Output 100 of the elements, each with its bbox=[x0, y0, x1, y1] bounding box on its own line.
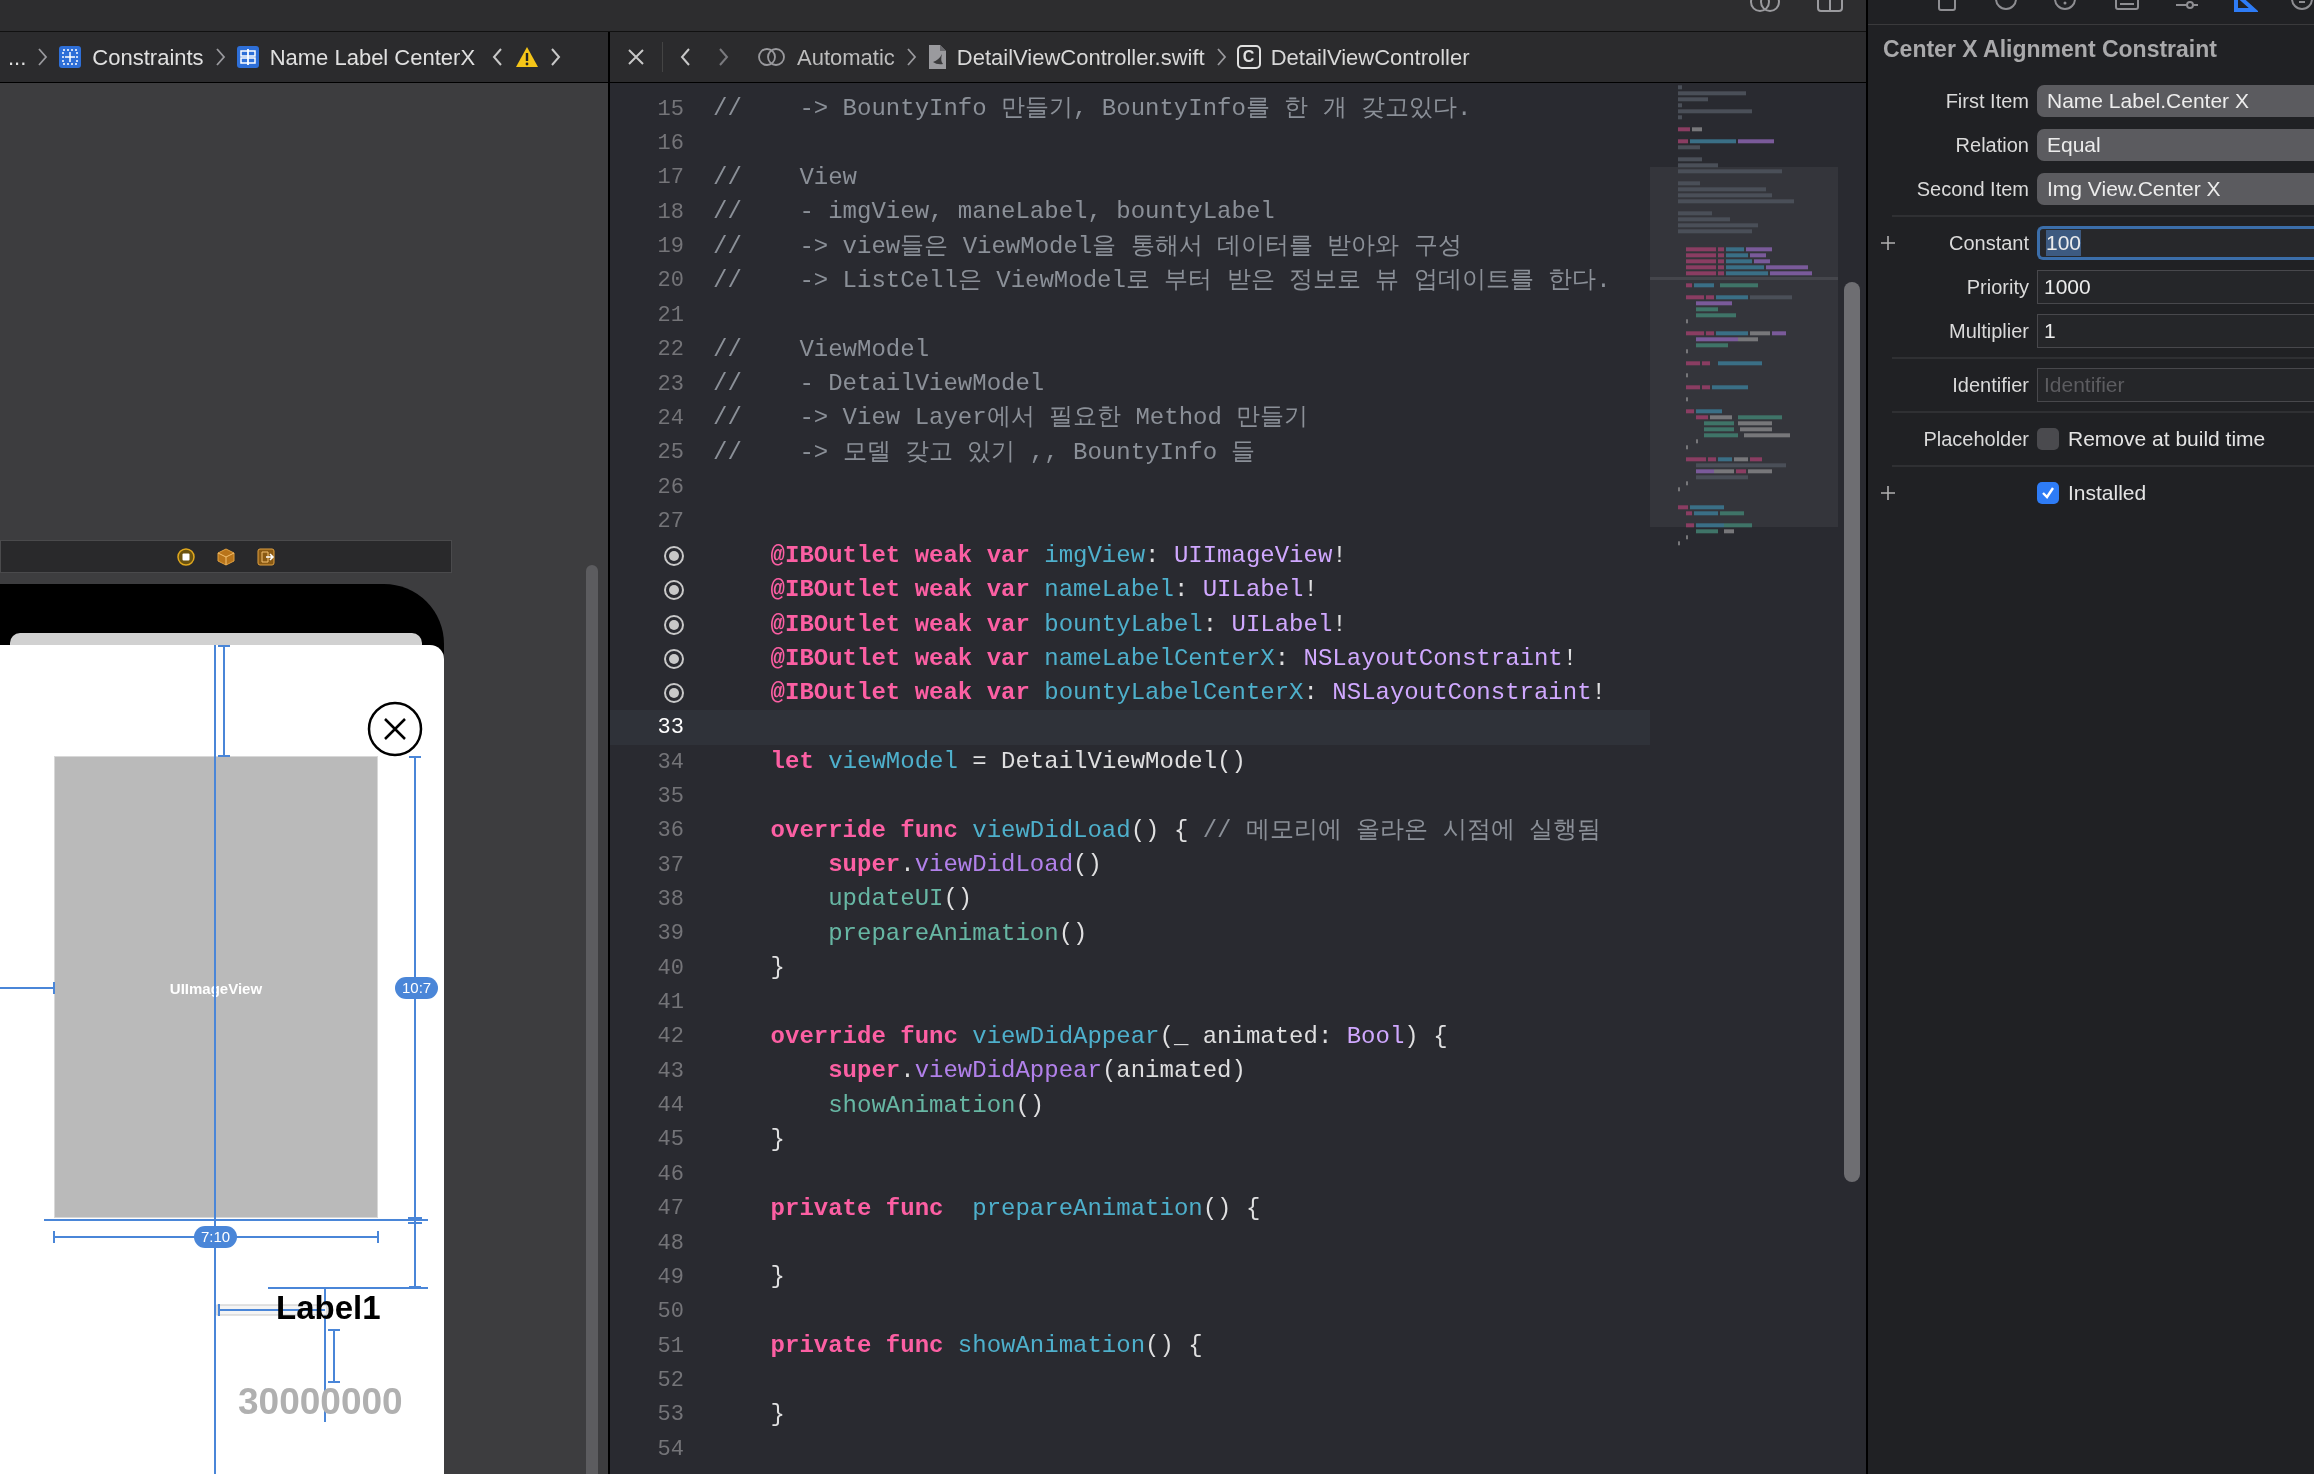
line-number: 48 bbox=[657, 1229, 684, 1258]
line-number: 41 bbox=[657, 989, 684, 1017]
line-number: 25 bbox=[657, 439, 684, 468]
outlet-connection-icon[interactable] bbox=[662, 578, 686, 603]
text-field[interactable]: 1000 bbox=[2037, 270, 2314, 304]
line-number: 40 bbox=[657, 954, 684, 983]
code-line: prepareAnimation() bbox=[827, 918, 1088, 949]
file-icon bbox=[926, 44, 947, 70]
chevron-icon bbox=[904, 47, 917, 67]
line-number: 15 bbox=[657, 95, 684, 124]
field-label: First Item bbox=[1945, 90, 2029, 112]
text-field[interactable]: 1 bbox=[2037, 314, 2314, 348]
code-line: private func prepareAnimation() { bbox=[769, 1193, 1261, 1224]
line-number: 43 bbox=[657, 1057, 684, 1086]
line-number: 18 bbox=[657, 198, 684, 227]
code-line: // -> view들은 ViewModel을 통해서 데이터를 받아와 구성 bbox=[712, 231, 1462, 262]
line-number: 36 bbox=[657, 817, 684, 846]
line-number: 34 bbox=[657, 748, 684, 777]
class-icon: C bbox=[1236, 45, 1261, 69]
checkbox[interactable] bbox=[2037, 482, 2059, 504]
line-number: 17 bbox=[657, 164, 684, 193]
ratio-badge[interactable]: 7:10 bbox=[194, 1226, 238, 1248]
code-line: @IBOutlet weak var bountyLabel: UILabel! bbox=[769, 609, 1347, 640]
chevron-icon bbox=[36, 47, 49, 67]
code-line: @IBOutlet weak var imgView: UIImageView! bbox=[769, 540, 1347, 571]
exit-icon[interactable] bbox=[257, 547, 275, 566]
code-line: } bbox=[769, 1124, 785, 1155]
cube-icon[interactable] bbox=[217, 547, 235, 566]
line-number: 49 bbox=[657, 1263, 684, 1292]
overlapping-circles-icon[interactable] bbox=[757, 45, 787, 69]
field-label: Priority bbox=[1966, 276, 2029, 298]
ratio-badge[interactable]: 10:7 bbox=[395, 977, 439, 999]
outlet-connection-icon[interactable] bbox=[662, 543, 686, 568]
checkbox[interactable] bbox=[2037, 428, 2059, 450]
code-line: // View bbox=[712, 162, 858, 193]
line-number: 47 bbox=[657, 1195, 684, 1224]
line-number: 16 bbox=[657, 130, 684, 159]
name-label[interactable]: Label1 bbox=[276, 1289, 381, 1327]
warning-icon[interactable] bbox=[515, 46, 540, 68]
breadcrumb-item[interactable]: Constraints bbox=[92, 40, 204, 74]
breadcrumb-item[interactable]: DetailViewController bbox=[1270, 40, 1470, 74]
breadcrumb-item[interactable]: DetailViewController.swift bbox=[956, 40, 1205, 74]
code-line: // - DetailViewModel bbox=[712, 369, 1045, 400]
breadcrumb-item[interactable]: Name Label CenterX bbox=[269, 40, 476, 74]
line-number: 35 bbox=[657, 782, 684, 811]
close-icon[interactable] bbox=[626, 47, 646, 67]
code-line: @IBOutlet weak var nameLabel: UILabel! bbox=[769, 575, 1318, 606]
line-number: 21 bbox=[657, 301, 684, 330]
code-line: super.viewDidAppear(animated) bbox=[827, 1056, 1246, 1087]
ruler-icon[interactable] bbox=[2234, 0, 2258, 14]
code-line: override func viewDidAppear(_ animated: Bool) { bbox=[769, 1021, 1448, 1052]
line-number: 27 bbox=[657, 508, 684, 536]
line-number: 53 bbox=[657, 1401, 684, 1430]
text-field[interactable]: 100 bbox=[2037, 226, 2314, 260]
constraint-icon bbox=[235, 45, 260, 69]
code-line: @IBOutlet weak var bountyLabelCenterX: NSLayoutConstraint! bbox=[769, 678, 1606, 709]
line-number: 45 bbox=[657, 1126, 684, 1155]
code-line: @IBOutlet weak var nameLabelCenterX: NSLayoutConstraint! bbox=[769, 643, 1578, 674]
field-label: Multiplier bbox=[1948, 320, 2029, 342]
chevron-icon bbox=[213, 47, 226, 67]
code-line: // - imgView, maneLabel, bountyLabel bbox=[712, 197, 1275, 228]
outlet-connection-icon[interactable] bbox=[662, 612, 686, 637]
code-line: private func showAnimation() { bbox=[769, 1331, 1203, 1362]
checkbox-label[interactable]: Installed bbox=[2068, 477, 2147, 509]
field-label: Relation bbox=[1955, 134, 2029, 156]
close-icon[interactable] bbox=[367, 701, 423, 757]
field-label: Identifier bbox=[1952, 374, 2029, 396]
add-icon[interactable] bbox=[1880, 485, 1896, 501]
outlet-connection-icon[interactable] bbox=[662, 681, 686, 706]
code-line: override func viewDidLoad() { // 메모리에 올라온 시점에 실행됨 bbox=[769, 815, 1602, 846]
line-number: 19 bbox=[657, 233, 684, 262]
inspector-title: Center X Alignment Constraint bbox=[1882, 35, 2218, 64]
field-label: Second Item bbox=[1916, 178, 2029, 200]
code-line: // ViewModel bbox=[712, 334, 930, 365]
code-line: } bbox=[769, 1262, 785, 1293]
scroll-bar[interactable] bbox=[586, 565, 598, 1474]
line-number: 54 bbox=[657, 1435, 684, 1464]
line-number: 52 bbox=[657, 1366, 684, 1395]
stop-circle-icon[interactable] bbox=[177, 547, 195, 566]
breadcrumb-item[interactable]: ... bbox=[8, 40, 27, 74]
popup-button[interactable]: Name Label.Center X bbox=[2037, 85, 2314, 117]
popup-button[interactable]: Img View.Center X bbox=[2037, 173, 2314, 205]
line-number: 23 bbox=[657, 370, 684, 399]
constraints-icon bbox=[58, 45, 83, 69]
line-number: 46 bbox=[657, 1160, 684, 1189]
field-label: Placeholder bbox=[1923, 428, 2029, 450]
code-line: // -> View Layer에서 필요한 Method 만들기 bbox=[712, 403, 1309, 434]
add-icon[interactable] bbox=[1880, 235, 1896, 251]
chevron-icon bbox=[1214, 47, 1227, 67]
line-number: 24 bbox=[657, 404, 684, 433]
scroll-bar[interactable] bbox=[1844, 282, 1860, 1182]
popup-button[interactable]: Equal bbox=[2037, 129, 2314, 161]
back-icon[interactable] bbox=[679, 46, 693, 68]
outlet-connection-icon[interactable] bbox=[662, 646, 686, 671]
code-line: // -> 모델 갖고 있기 ,, BountyInfo 들 bbox=[712, 437, 1256, 468]
code-line: // -> ListCell은 ViewModel로 부터 받은 정보로 뷰 업데이트를 한다. bbox=[712, 265, 1611, 296]
checkbox-label[interactable]: Remove at build time bbox=[2068, 423, 2266, 455]
code-line: updateUI() bbox=[827, 884, 973, 915]
breadcrumb-item[interactable]: Automatic bbox=[797, 40, 895, 74]
overlapping-circles-icon[interactable] bbox=[1748, 0, 1782, 14]
